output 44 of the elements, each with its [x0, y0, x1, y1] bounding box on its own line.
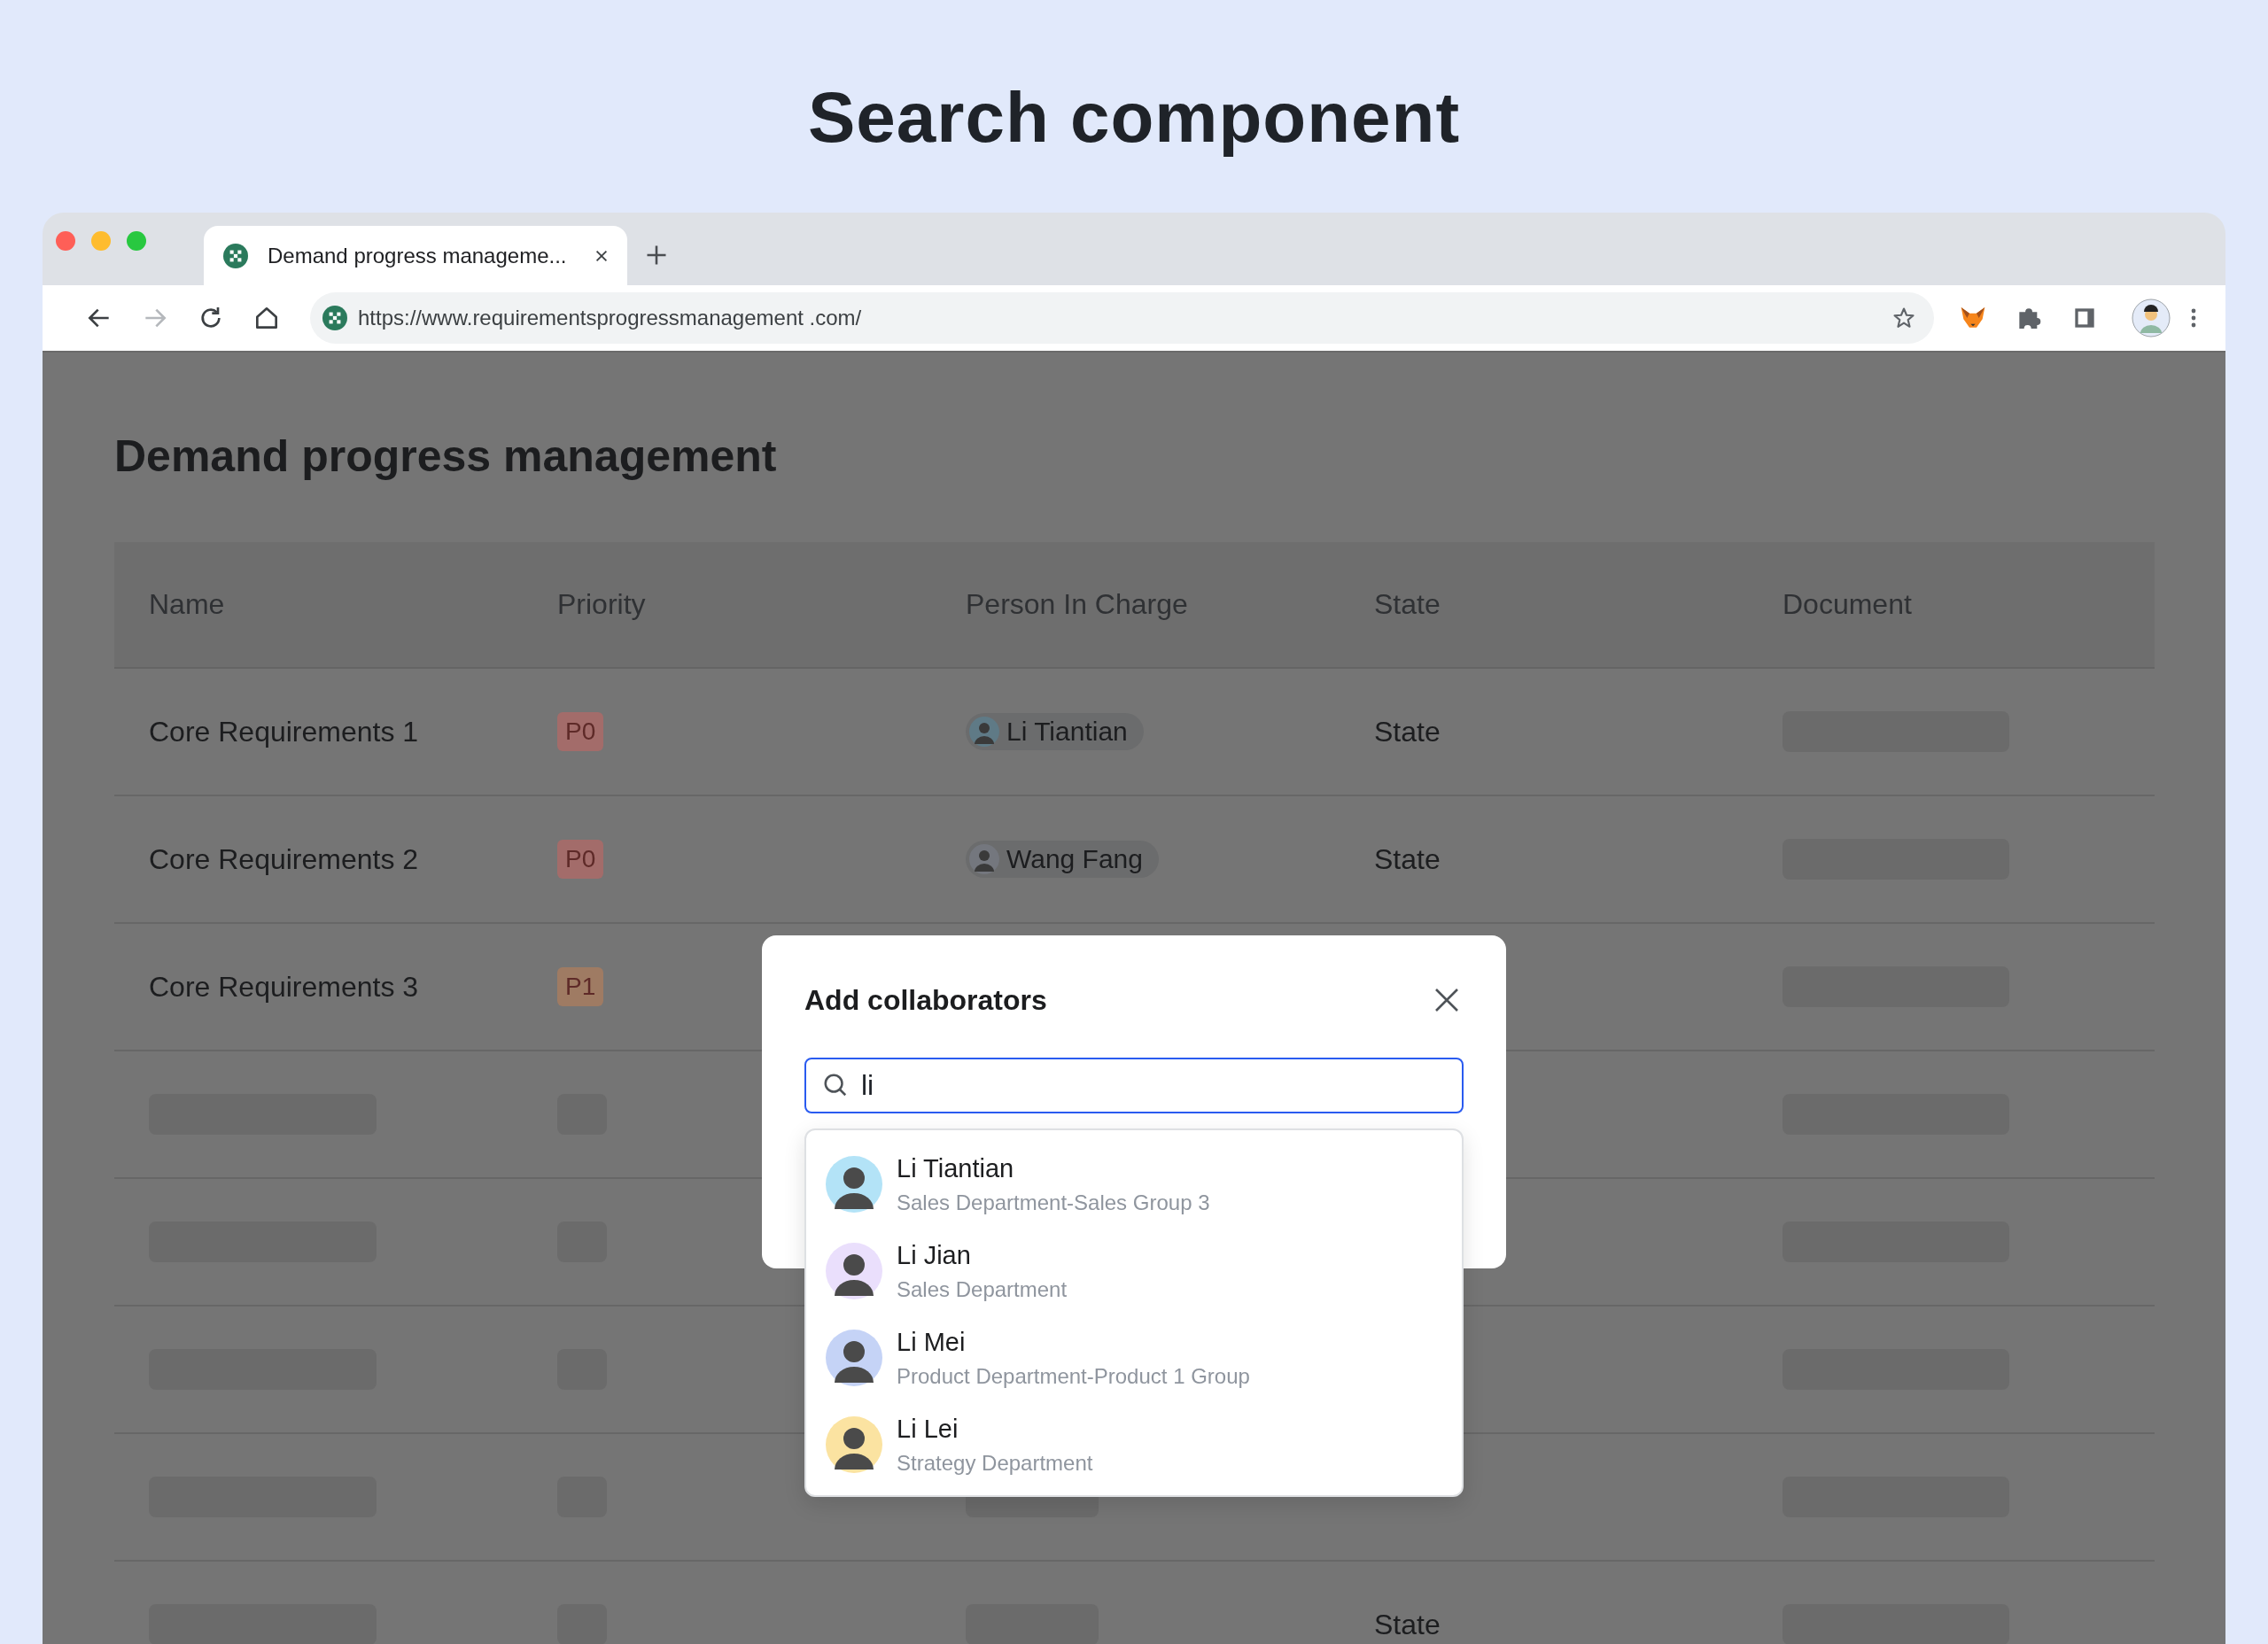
- search-icon: [822, 1072, 849, 1098]
- department-label: Strategy Department: [897, 1450, 1093, 1476]
- result-item[interactable]: Li Jian Sales Department: [806, 1228, 1462, 1314]
- dialog-title: Add collaborators: [804, 983, 1047, 1017]
- department-label: Product Department-Product 1 Group: [897, 1363, 1250, 1389]
- department-label: Sales Department: [897, 1276, 1068, 1302]
- column-header: Priority: [557, 588, 646, 621]
- page-title: Search component: [806, 77, 1462, 159]
- column-header: Name: [149, 588, 225, 621]
- site-favicon-icon: [223, 243, 248, 268]
- minimize-window-dot[interactable]: [91, 231, 111, 251]
- column-header: Person In Charge: [966, 588, 1188, 621]
- star-icon[interactable]: [1891, 306, 1916, 330]
- address-bar[interactable]: https://www.requirementsprogressmanagement .com/: [310, 292, 1934, 344]
- browser-tab[interactable]: Demand progress manageme...: [204, 226, 627, 285]
- person-name: Li Mei: [897, 1327, 967, 1357]
- person-name: Li Lei: [897, 1414, 959, 1444]
- name-cell: Core Requirements 3: [149, 970, 419, 1004]
- close-window-dot[interactable]: [56, 231, 75, 251]
- state-cell: State: [1374, 1608, 1441, 1641]
- close-icon[interactable]: [1433, 987, 1460, 1013]
- result-item[interactable]: Li Mei Product Department-Product 1 Group: [806, 1314, 1462, 1401]
- column-header: State: [1374, 588, 1441, 621]
- site-favicon-icon: [322, 306, 347, 330]
- priority-tag: P1: [557, 967, 604, 1006]
- page-heading: Demand progress management: [114, 430, 778, 483]
- result-item[interactable]: Li Lei Strategy Department: [806, 1401, 1462, 1488]
- name-cell: Core Requirements 1: [149, 715, 419, 748]
- department-label: Sales Department-Sales Group 3: [897, 1190, 1210, 1215]
- name-cell: Core Requirements 2: [149, 842, 419, 876]
- more-menu-icon[interactable]: [2190, 306, 2197, 330]
- search-field[interactable]: li: [804, 1058, 1464, 1113]
- priority-tag: P0: [557, 712, 604, 751]
- maximize-window-dot[interactable]: [127, 231, 146, 251]
- person-chip: Wang Fang: [966, 841, 1159, 878]
- result-item[interactable]: Li Tiantian Sales Department-Sales Group 3: [806, 1141, 1462, 1228]
- state-cell: State: [1374, 715, 1441, 748]
- person-name: Li Jian: [897, 1240, 972, 1270]
- profile-avatar[interactable]: [2132, 299, 2171, 337]
- person-name: Li Tiantian: [897, 1153, 1015, 1183]
- column-header: Document: [1783, 588, 1912, 621]
- state-cell: State: [1374, 842, 1441, 876]
- person-chip: Li Tiantian: [966, 713, 1144, 750]
- priority-tag: P0: [557, 840, 604, 879]
